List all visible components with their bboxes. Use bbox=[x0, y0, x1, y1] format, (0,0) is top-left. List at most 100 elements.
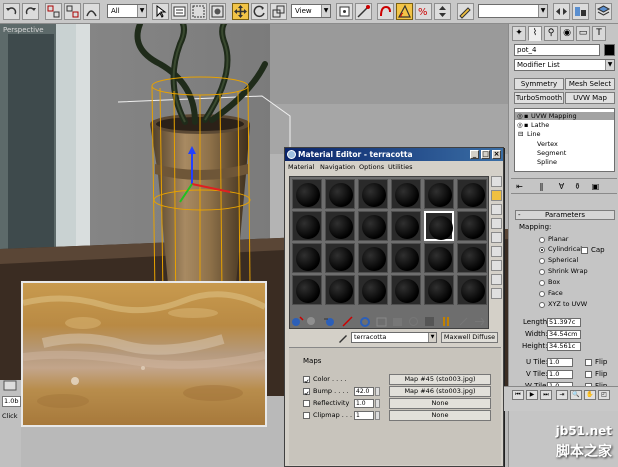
mapping-box-radio[interactable]: Box bbox=[539, 278, 618, 288]
select-and-rotate-icon[interactable] bbox=[251, 3, 268, 20]
material-slot[interactable] bbox=[358, 243, 388, 273]
remove-modifier-icon[interactable]: ⚱ bbox=[571, 181, 584, 193]
edit-named-selection-icon[interactable] bbox=[457, 3, 474, 20]
configure-sets-icon[interactable]: ▣ bbox=[589, 181, 602, 193]
minimize-icon[interactable]: _ bbox=[470, 150, 479, 159]
snap-toggle-icon[interactable] bbox=[377, 3, 394, 20]
unlink-icon[interactable] bbox=[64, 3, 81, 20]
maximize-icon[interactable]: □ bbox=[481, 150, 490, 159]
pivot-center-icon[interactable] bbox=[336, 3, 353, 20]
play-icon[interactable]: ▶ bbox=[526, 390, 538, 400]
stack-item-uvw-mapping[interactable]: ◎ ▪ UVW Mapping bbox=[515, 112, 614, 120]
bind-space-warp-icon[interactable] bbox=[83, 3, 100, 20]
sample-uv-tiling-icon[interactable] bbox=[491, 218, 502, 229]
viewport-label[interactable]: Perspective bbox=[3, 26, 44, 34]
align-icon[interactable] bbox=[572, 3, 589, 20]
status-field[interactable]: 1.0b bbox=[2, 396, 21, 407]
u-tile-field[interactable]: 1.0 bbox=[547, 358, 573, 367]
material-navigator-icon[interactable] bbox=[491, 288, 502, 299]
expand-icon[interactable]: ▪ bbox=[524, 121, 528, 129]
background-checker-icon[interactable] bbox=[491, 204, 502, 215]
parameters-rollout[interactable]: - Parameters bbox=[515, 210, 615, 220]
width-field[interactable]: 34.54cm bbox=[547, 330, 581, 339]
pick-material-from-object-icon[interactable] bbox=[337, 332, 349, 344]
material-slot[interactable] bbox=[358, 275, 388, 305]
reflectivity-map-button[interactable]: None bbox=[389, 398, 491, 409]
go-to-end-icon[interactable]: ⏭ bbox=[540, 390, 552, 400]
select-and-scale-icon[interactable] bbox=[270, 3, 287, 20]
select-by-material-icon[interactable] bbox=[491, 274, 502, 285]
reflectivity-amount-field[interactable]: 1.0 bbox=[354, 399, 374, 408]
menu-options[interactable]: Options bbox=[359, 162, 384, 172]
reference-coordinate-dropdown[interactable]: View ▼ bbox=[291, 4, 331, 18]
make-preview-icon[interactable] bbox=[491, 246, 502, 257]
modify-tab-icon[interactable]: ⌇ bbox=[528, 26, 542, 41]
material-slot[interactable] bbox=[391, 243, 421, 273]
material-slot[interactable] bbox=[358, 211, 388, 241]
material-slot[interactable] bbox=[457, 243, 487, 273]
material-slot[interactable] bbox=[325, 179, 355, 209]
material-slot[interactable] bbox=[457, 179, 487, 209]
symmetry-button[interactable]: Symmetry bbox=[514, 78, 564, 90]
utilities-tab-icon[interactable]: T bbox=[592, 26, 606, 41]
stack-item-vertex[interactable]: Vertex bbox=[515, 140, 614, 148]
material-name-field[interactable]: terracotta ▼ bbox=[351, 332, 437, 343]
material-slot[interactable] bbox=[457, 275, 487, 305]
copy-material-icon[interactable] bbox=[359, 315, 372, 328]
select-and-move-icon[interactable] bbox=[232, 3, 249, 20]
reflectivity-amount-spinner[interactable] bbox=[375, 399, 380, 408]
material-slot[interactable] bbox=[391, 211, 421, 241]
clipmap-amount-field[interactable]: 1 bbox=[354, 411, 374, 420]
select-object-icon[interactable] bbox=[152, 3, 169, 20]
material-slot[interactable] bbox=[292, 275, 322, 305]
bump-amount-spinner[interactable] bbox=[375, 387, 380, 396]
mapping-planar-radio[interactable]: Planar bbox=[539, 235, 618, 245]
length-field[interactable]: 51.397c bbox=[547, 318, 581, 327]
collapse-icon[interactable]: ⊟ bbox=[518, 130, 523, 138]
field-of-view-icon[interactable]: ◰ bbox=[598, 390, 610, 400]
clipmap-map-button[interactable]: None bbox=[389, 410, 491, 421]
reset-map-icon[interactable] bbox=[341, 315, 354, 328]
mapping-face-radio[interactable]: Face bbox=[539, 289, 618, 299]
layer-manager-icon[interactable] bbox=[595, 3, 612, 20]
mesh-select-button[interactable]: Mesh Select bbox=[565, 78, 615, 90]
material-effects-channel-icon[interactable] bbox=[407, 315, 420, 328]
manipulate-icon[interactable] bbox=[355, 3, 372, 20]
put-to-scene-icon[interactable] bbox=[305, 315, 318, 328]
bump-amount-field[interactable]: 42.0 bbox=[354, 387, 374, 396]
sample-type-icon[interactable] bbox=[491, 176, 502, 187]
material-slot[interactable] bbox=[391, 179, 421, 209]
make-unique-icon[interactable] bbox=[375, 315, 388, 328]
material-type-button[interactable]: Maxwell Diffuse bbox=[441, 332, 498, 343]
window-crossing-icon[interactable] bbox=[209, 3, 226, 20]
cap-checkbox[interactable] bbox=[581, 247, 588, 254]
material-slot[interactable] bbox=[391, 275, 421, 305]
menu-navigation[interactable]: Navigation bbox=[320, 162, 355, 172]
material-editor-titlebar[interactable]: Material Editor - terracotta _ □ × bbox=[285, 148, 503, 161]
pin-stack-icon[interactable]: ⇤ bbox=[513, 181, 526, 193]
material-slot[interactable] bbox=[325, 211, 355, 241]
u-flip-checkbox[interactable] bbox=[585, 359, 592, 366]
v-tile-field[interactable]: 1.0 bbox=[547, 370, 573, 379]
hierarchy-tab-icon[interactable]: ⚲ bbox=[544, 26, 558, 41]
mapping-xyz-to-uvw-radio[interactable]: XYZ to UVW bbox=[539, 300, 618, 310]
pan-view-icon[interactable]: ✋ bbox=[584, 390, 596, 400]
lightbulb-icon[interactable]: ◎ bbox=[517, 112, 523, 120]
v-flip-checkbox[interactable] bbox=[585, 371, 592, 378]
mapping-spherical-radio[interactable]: Spherical bbox=[539, 256, 618, 266]
get-material-icon[interactable] bbox=[291, 315, 304, 328]
go-forward-to-sibling-icon[interactable] bbox=[473, 315, 486, 328]
modifier-list-dropdown[interactable]: Modifier List ▼ bbox=[514, 59, 615, 71]
mirror-icon[interactable] bbox=[553, 3, 570, 20]
put-to-library-icon[interactable] bbox=[391, 315, 404, 328]
create-tab-icon[interactable]: ✦ bbox=[512, 26, 526, 41]
lightbulb-icon[interactable]: ◎ bbox=[517, 121, 523, 129]
uvw-map-button[interactable]: UVW Map bbox=[565, 92, 615, 104]
selection-filter-dropdown[interactable]: All ▼ bbox=[107, 4, 147, 18]
material-editor-window[interactable]: Material Editor - terracotta _ □ × Mater… bbox=[284, 147, 504, 467]
clipmap-amount-spinner[interactable] bbox=[375, 411, 380, 420]
material-slot[interactable] bbox=[292, 179, 322, 209]
redo-icon[interactable] bbox=[22, 3, 39, 20]
show-end-result-icon[interactable]: ‖ bbox=[535, 181, 548, 193]
menu-material[interactable]: Material bbox=[288, 162, 314, 172]
